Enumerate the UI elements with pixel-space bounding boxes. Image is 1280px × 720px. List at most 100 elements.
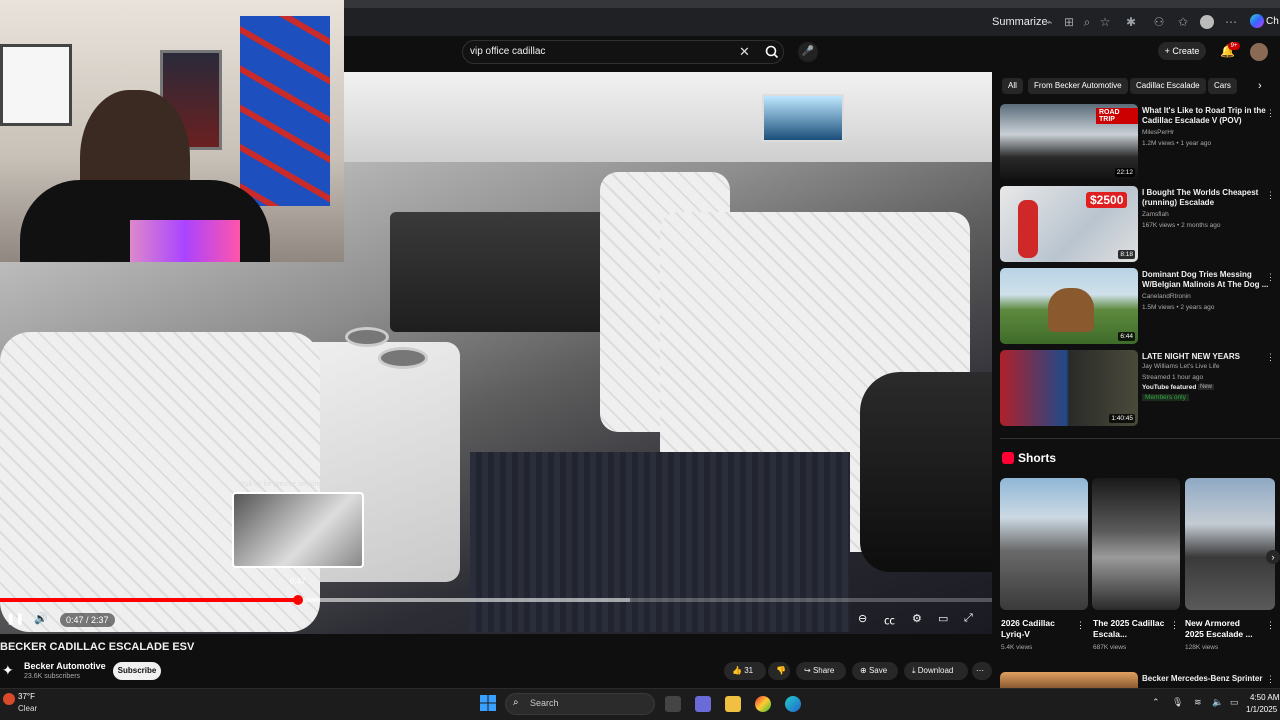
duration-badge: 6:44	[1118, 332, 1135, 341]
favorite-star-icon[interactable]: ☆	[1098, 15, 1112, 29]
short-title[interactable]: The 2025 Cadillac Escala...	[1093, 618, 1169, 640]
rec-title[interactable]: LATE NIGHT NEW YEARS	[1142, 352, 1270, 362]
chrome-icon[interactable]	[755, 696, 771, 712]
speaker-icon[interactable]: 🔈	[1212, 697, 1223, 708]
rec-thumbnail[interactable]: 1:40:45	[1000, 350, 1138, 426]
favorites-icon[interactable]: ✩	[1176, 15, 1190, 29]
fullscreen-icon[interactable]: ⤢	[964, 612, 973, 625]
rec-menu-icon[interactable]: ⋮	[1266, 108, 1275, 119]
short-menu-icon[interactable]: ⋮	[1076, 620, 1085, 631]
store-icon[interactable]	[695, 696, 711, 712]
chip-cars[interactable]: Cars	[1208, 78, 1237, 94]
more-menu-icon[interactable]: ⋯	[1224, 15, 1238, 29]
chip-all[interactable]: All	[1002, 78, 1023, 94]
seek-preview-time: 0:47	[290, 577, 306, 586]
rec-title[interactable]: Dominant Dog Tries Messing W/Belgian Mal…	[1142, 270, 1270, 290]
extensions-icon[interactable]: ✱	[1124, 15, 1138, 29]
miniplayer-icon[interactable]: ▭	[938, 612, 948, 625]
zoom-icon[interactable]: ⌕	[1080, 15, 1094, 29]
captions-icon[interactable]: ㏄	[884, 612, 895, 628]
search-query[interactable]: vip office cadillac	[470, 46, 545, 57]
short-thumbnail[interactable]	[1092, 478, 1180, 610]
vehicle-floor	[470, 452, 850, 632]
ceiling-display	[762, 94, 844, 142]
chevron-right-icon[interactable]: ›	[1258, 80, 1262, 92]
windows-start-icon[interactable]	[480, 695, 496, 711]
download-label: Download	[917, 666, 954, 675]
kansas-banner	[240, 16, 330, 206]
pause-icon[interactable]: ❚❚	[6, 612, 24, 625]
rec-meta: Streamed 1 hour ago	[1142, 374, 1204, 381]
battery-icon[interactable]: ▭	[1230, 697, 1239, 708]
rec-menu-icon[interactable]: ⋮	[1266, 190, 1275, 201]
dislike-button[interactable]: 👎	[768, 662, 790, 680]
rec-thumbnail[interactable]: 6:44	[1000, 268, 1138, 344]
scrubber-handle[interactable]	[293, 595, 303, 605]
rec-channel[interactable]: Zamsflah	[1142, 211, 1169, 218]
clock-date[interactable]: 1/1/2025	[1246, 705, 1277, 714]
wifi-icon[interactable]: ≋	[1194, 697, 1202, 708]
subscribe-button[interactable]: Subscribe	[113, 662, 161, 680]
edge-icon[interactable]	[785, 696, 801, 712]
thumb-caption: ROAD TRIP	[1096, 108, 1138, 124]
weather-temperature[interactable]: 37°F	[18, 692, 35, 701]
members-only-badge: Members only	[1142, 394, 1189, 401]
like-button[interactable]: 👍 31	[724, 662, 766, 680]
rec-thumbnail[interactable]: $2500 8:18	[1000, 186, 1138, 262]
rec-menu-icon[interactable]: ⋮	[1266, 272, 1275, 283]
reader-icon[interactable]: ⊞	[1062, 15, 1076, 29]
short-menu-icon[interactable]: ⋮	[1170, 620, 1179, 631]
chip-cadillac-escalade[interactable]: Cadillac Escalade	[1130, 78, 1206, 94]
channel-logo-icon[interactable]: ✦	[2, 662, 14, 679]
time-display: 0:47 / 2:37	[60, 613, 115, 627]
rec-title[interactable]: What It's Like to Road Trip in the Cadil…	[1142, 106, 1270, 126]
rec-channel[interactable]: CanelandRtronin	[1142, 293, 1191, 300]
shorts-next-icon[interactable]: ›	[1266, 550, 1280, 564]
download-button[interactable]: ⤓ Download	[904, 662, 968, 680]
clear-search-icon[interactable]: ✕	[739, 44, 750, 60]
rec-title[interactable]: I Bought The Worlds Cheapest (running) E…	[1142, 188, 1270, 208]
rec-menu-icon[interactable]: ⋮	[1266, 674, 1275, 685]
copilot-icon[interactable]	[1250, 14, 1264, 28]
save-label: Save	[868, 666, 888, 675]
short-thumbnail[interactable]	[1000, 478, 1088, 610]
rec-menu-icon[interactable]: ⋮	[1266, 352, 1275, 363]
rec-thumbnail[interactable]: ROAD TRIP 22:12	[1000, 104, 1138, 180]
summarize-icon[interactable]: ⌁	[1042, 15, 1056, 29]
clock-time[interactable]: 4:50 AM	[1250, 693, 1279, 702]
shirt-graphic	[130, 220, 240, 262]
volume-icon[interactable]: 🔊	[34, 612, 48, 625]
copilot-label[interactable]: Ch	[1266, 16, 1279, 27]
profile-lock-icon[interactable]: ⚇	[1152, 15, 1166, 29]
browser-tab-strip	[344, 0, 1280, 8]
mic-tray-icon[interactable]: 🎙	[1172, 697, 1183, 708]
autoplay-toggle-icon[interactable]: ⊖	[858, 612, 867, 625]
rec-thumbnail[interactable]	[1000, 672, 1138, 688]
summarize-button[interactable]: Summarize	[992, 16, 1048, 28]
voice-search-icon[interactable]: 🎤	[798, 42, 818, 62]
more-actions-icon[interactable]: ⋯	[972, 662, 992, 680]
seek-hint-text: Pull up for precise seeking	[240, 481, 323, 488]
channel-name[interactable]: Becker Automotive	[24, 661, 106, 671]
tray-chevron-icon[interactable]: ⌃	[1152, 697, 1160, 708]
search-icon[interactable]	[763, 44, 781, 60]
browser-avatar[interactable]	[1200, 15, 1214, 29]
share-button[interactable]: ↪ Share	[796, 662, 846, 680]
rec-meta: 167K views • 2 months ago	[1142, 222, 1221, 229]
taskbar-search[interactable]	[505, 693, 655, 715]
short-title[interactable]: 2026 Cadillac Lyriq-V	[1001, 618, 1077, 640]
short-menu-icon[interactable]: ⋮	[1266, 620, 1275, 631]
settings-icon[interactable]: ⚙	[912, 612, 922, 625]
save-button[interactable]: ⊕ Save	[852, 662, 898, 680]
rec-channel[interactable]: MilesPerHr	[1142, 129, 1174, 136]
short-thumbnail[interactable]	[1185, 478, 1275, 610]
task-view-icon[interactable]	[665, 696, 681, 712]
file-explorer-icon[interactable]	[725, 696, 741, 712]
chip-from-channel[interactable]: From Becker Automotive	[1028, 78, 1128, 94]
rec-title[interactable]: Becker Mercedes-Benz Sprinter	[1142, 674, 1270, 684]
account-avatar[interactable]	[1250, 43, 1268, 61]
create-button[interactable]: + Create	[1158, 42, 1206, 60]
short-title[interactable]: New Armored 2025 Escalade ...	[1185, 618, 1261, 640]
rec-channel[interactable]: Jay Williams Let's Live Life	[1142, 363, 1219, 370]
weather-icon[interactable]	[3, 693, 15, 705]
